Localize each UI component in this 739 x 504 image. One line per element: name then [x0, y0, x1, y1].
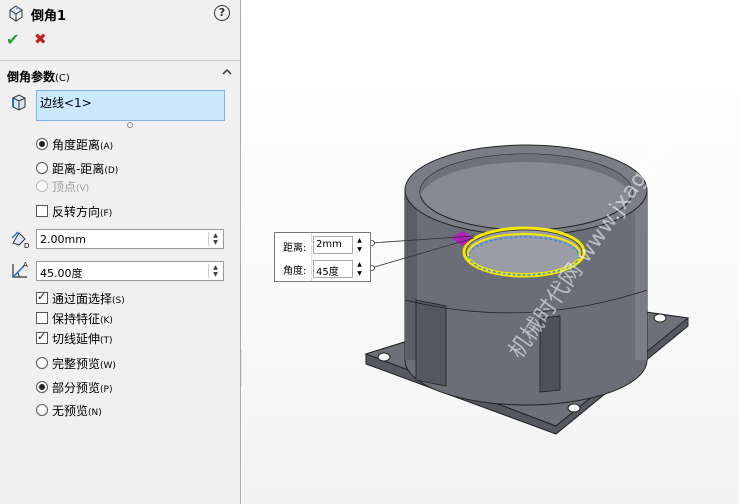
reverse-direction-checkbox[interactable] [36, 205, 48, 217]
spin-up-icon[interactable]: ▲ [209, 232, 222, 239]
help-icon[interactable]: ? [214, 5, 230, 21]
ok-checkmark-icon[interactable]: ✔ [6, 30, 19, 49]
spin-down-icon[interactable]: ▼ [209, 239, 222, 246]
partial-preview-label: 部分预览(P) [52, 381, 113, 395]
radio-distance-distance[interactable] [36, 162, 48, 174]
spin-up-icon[interactable]: ▲ [209, 264, 222, 271]
radio-angle-distance-label: 角度距离(A) [52, 138, 114, 152]
edge-selection-icon [12, 94, 26, 111]
keep-features-checkbox[interactable] [36, 312, 48, 324]
angle-input[interactable]: 45.00度 ▲ ▼ [36, 261, 224, 281]
header-divider [0, 60, 240, 61]
no-preview-label: 无预览(N) [52, 404, 102, 418]
feature-title: 倒角1 [31, 9, 67, 24]
radio-no-preview[interactable] [36, 404, 48, 416]
callout-distance-spinner[interactable]: ▲ ▼ [354, 236, 365, 254]
bolt-hole [377, 352, 391, 362]
group-title-label: 倒角参数 [7, 70, 56, 84]
property-manager-panel: 倒角1 ? ✔ ✖ 倒角参数(C) 边线<1> 角度距离(A) 距离-距离(D)… [0, 0, 241, 504]
chevron-up-icon[interactable] [221, 66, 233, 78]
svg-text:A: A [23, 261, 28, 269]
tangent-propagation-checkbox[interactable] [36, 330, 48, 344]
callout-distance-label: 距离: [283, 243, 307, 254]
radio-full-preview[interactable] [36, 357, 48, 369]
callout-angle-label: 角度: [283, 266, 307, 277]
group-title-shortcut: (C) [55, 73, 70, 84]
angle-parameter-icon: A [12, 261, 28, 278]
cancel-x-icon[interactable]: ✖ [34, 30, 47, 48]
reverse-direction-label: 反转方向(F) [52, 205, 113, 219]
distance-spinner[interactable]: ▲ ▼ [208, 232, 221, 246]
distance-value: 2.00mm [40, 233, 86, 246]
callout-angle-spinner[interactable]: ▲ ▼ [354, 260, 365, 278]
angle-spinner[interactable]: ▲ ▼ [208, 264, 221, 278]
list-resize-handle[interactable] [127, 122, 133, 128]
angle-value: 45.00度 [40, 267, 83, 280]
radio-distance-distance-label: 距离-距离(D) [52, 162, 119, 176]
spin-down-icon[interactable]: ▼ [209, 271, 222, 278]
select-through-faces-checkbox[interactable] [36, 290, 48, 304]
radio-vertex-label: 顶点(V) [52, 180, 90, 194]
callout-angle-input[interactable]: 45度 [313, 260, 353, 278]
distance-parameter-icon: D [11, 231, 29, 249]
bolt-hole [567, 403, 581, 413]
tangent-propagation-label: 切线延伸(T) [52, 332, 113, 346]
keep-features-label: 保持特征(K) [52, 312, 113, 326]
chamfer-feature-icon [9, 5, 23, 22]
select-through-faces-label: 通过面选择(S) [52, 292, 125, 306]
edge-list-item[interactable]: 边线<1> [40, 96, 92, 110]
edge-selection-list[interactable]: 边线<1> [36, 90, 225, 121]
radio-vertex [36, 180, 48, 192]
dimension-callout[interactable]: 距离: 2mm ▲ ▼ 角度: 45度 ▲ ▼ [274, 232, 371, 282]
full-preview-label: 完整预览(W) [52, 357, 116, 371]
svg-text:D: D [24, 242, 29, 249]
callout-distance-input[interactable]: 2mm [313, 236, 353, 254]
bolt-hole [653, 313, 667, 323]
radio-angle-distance[interactable] [36, 138, 48, 150]
distance-input[interactable]: 2.00mm ▲ ▼ [36, 229, 224, 249]
radio-partial-preview[interactable] [36, 381, 48, 393]
callout-separator [311, 233, 312, 281]
chamfer-parameters-title[interactable]: 倒角参数(C) [7, 68, 70, 85]
